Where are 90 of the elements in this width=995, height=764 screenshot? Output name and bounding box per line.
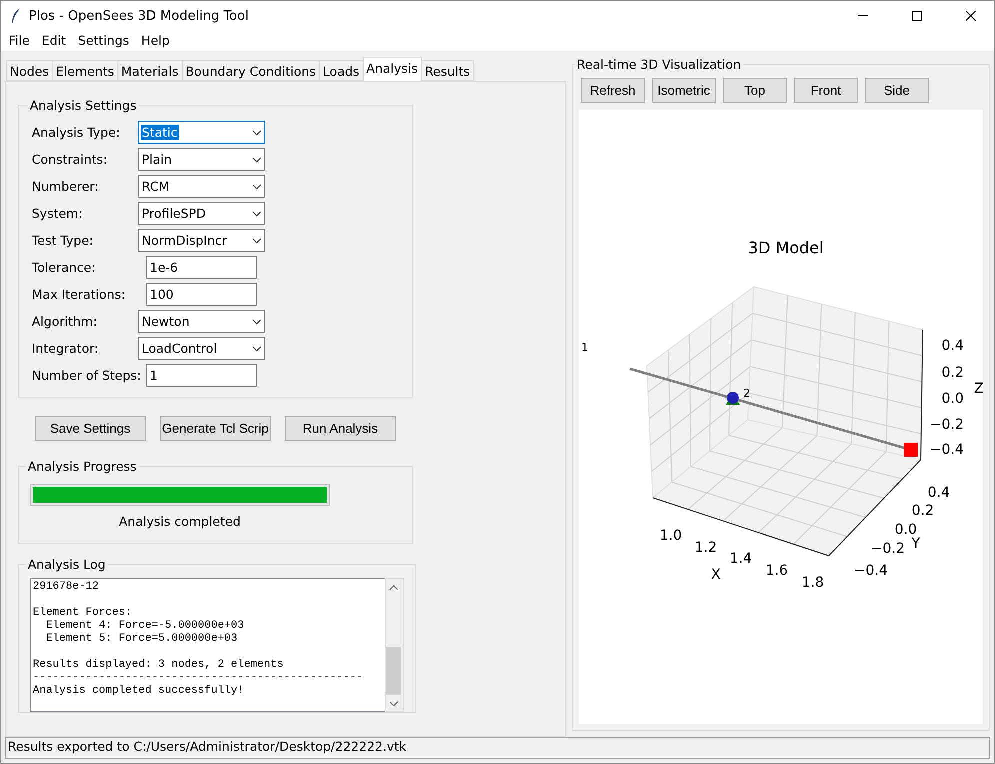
support-icon (726, 392, 740, 405)
log-line: -------------------------------------------------- (33, 672, 364, 684)
menu-item[interactable]: Edit (36, 31, 72, 51)
action-button[interactable]: Run Analysis (285, 416, 396, 441)
view-button[interactable]: Top (723, 78, 787, 103)
log-line: Results displayed: 3 nodes, 2 elements (33, 659, 284, 671)
chevron-icon (252, 184, 262, 190)
dropdown[interactable]: ProfileSPD (138, 202, 265, 225)
status-text: Analysis completed (118, 514, 242, 529)
chevron-icon (252, 130, 262, 136)
menu-item[interactable]: Help (135, 31, 176, 51)
chevron-icon (252, 346, 262, 352)
tick-label: 0.2 (942, 364, 964, 381)
tick-label: 2 (744, 387, 750, 400)
chevron-icon (252, 156, 262, 162)
dropdown[interactable]: Newton (138, 310, 265, 333)
chevron-icon (252, 210, 262, 216)
axis-label: Y (912, 536, 920, 552)
tab[interactable]: Materials (117, 60, 183, 81)
log-line: Element 5: Force=5.000000e+03 (45, 633, 238, 645)
log-line: Element Forces: (33, 607, 132, 619)
scroll-up-icon[interactable] (389, 585, 399, 591)
axis-label: Z (974, 380, 983, 397)
field-label: System: (32, 206, 84, 221)
field-label: Algorithm: (32, 314, 98, 329)
tick-label: 0.2 (912, 502, 934, 519)
field-label: Max Iterations: (32, 287, 127, 302)
tick-label: 1.8 (802, 574, 824, 591)
plot-title: 3D Model (748, 238, 824, 258)
action-button[interactable]: Save Settings (35, 416, 146, 441)
tick-label: −0.4 (854, 562, 888, 579)
input-field[interactable]: 100 (146, 283, 257, 306)
scrollbar[interactable] (385, 578, 404, 712)
view-button[interactable]: Isometric (652, 78, 716, 103)
tick-label: −0.4 (930, 442, 964, 458)
log-text-area[interactable] (30, 578, 385, 712)
log-line: Analysis completed successfully! (33, 685, 244, 697)
tick-label: 1.4 (730, 550, 752, 567)
view-button[interactable]: Side (865, 78, 929, 103)
axis-label: X (711, 566, 721, 583)
status-bar: Results exported to C:/Users/Administrator/Desktop/222222.vtk (5, 737, 990, 759)
tab[interactable]: Boundary Conditions (182, 60, 320, 81)
tick-label: 1.0 (660, 528, 682, 544)
action-button[interactable]: Generate Tcl Scrip (160, 416, 271, 441)
tick-label: 1.6 (766, 562, 788, 579)
menu-item[interactable]: File (3, 31, 36, 51)
tab[interactable]: Loads (319, 60, 364, 81)
tab[interactable]: Nodes (6, 60, 54, 81)
maximize-icon[interactable] (912, 11, 922, 21)
dropdown[interactable]: Static (138, 121, 265, 144)
view-button[interactable]: Refresh (581, 78, 645, 103)
node-marker (904, 443, 918, 457)
scroll-down-icon[interactable] (389, 701, 399, 707)
log-line: Element 4: Force=-5.000000e+03 (45, 620, 244, 632)
tick-label: 1 (582, 341, 588, 354)
tick-label: 0.4 (942, 338, 964, 354)
close-icon[interactable] (966, 11, 976, 21)
tick-label: 1.2 (694, 540, 718, 556)
group-title: Analysis Settings (29, 98, 138, 113)
field-label: Integrator: (32, 341, 100, 356)
tab[interactable]: Results (421, 60, 474, 81)
field-label: Constraints: (32, 152, 109, 167)
tab[interactable]: Elements (52, 60, 118, 81)
field-label: Analysis Type: (32, 125, 122, 140)
window-title: Plos - OpenSees 3D Modeling Tool (29, 8, 250, 24)
field-label: Numberer: (32, 179, 100, 194)
field-label: Number of Steps: (32, 368, 138, 383)
dropdown[interactable]: Plain (138, 148, 265, 171)
group-title: Analysis Log (27, 557, 107, 572)
tab[interactable]: Analysis (362, 57, 422, 81)
input-field[interactable]: 1 (146, 364, 257, 387)
field-label: Test Type: (32, 233, 95, 248)
group-title: Analysis Progress (27, 459, 138, 474)
tick-label: −0.2 (871, 540, 905, 557)
input-field[interactable]: 1e-6 (146, 256, 257, 279)
tick-label: 0.4 (928, 484, 950, 501)
menu-item[interactable]: Settings (72, 31, 136, 51)
view-button[interactable]: Front (794, 78, 858, 103)
chevron-icon (252, 238, 262, 244)
feather-icon (11, 8, 21, 24)
chevron-icon (252, 318, 262, 324)
tick-label: 0.0 (942, 390, 964, 407)
log-line: 291678e-12 (33, 581, 100, 593)
dropdown[interactable]: NormDispIncr (138, 229, 265, 252)
tick-label: 0.0 (894, 522, 918, 538)
dropdown[interactable]: RCM (138, 175, 265, 198)
tick-label: −0.2 (930, 416, 964, 433)
dropdown[interactable]: LoadControl (138, 337, 265, 360)
field-label: Tolerance: (32, 260, 97, 275)
group-title: Real-time 3D Visualization (576, 57, 742, 72)
